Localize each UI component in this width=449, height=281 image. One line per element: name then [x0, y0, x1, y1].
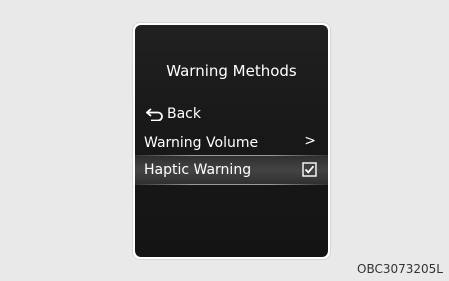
checkbox-checked-icon[interactable] — [302, 162, 317, 177]
screen-title: Warning Methods — [166, 62, 297, 80]
warning-volume-label: Warning Volume — [144, 134, 259, 151]
figure-code: OBC3073205L — [357, 262, 443, 276]
back-button[interactable]: Back — [135, 100, 328, 127]
haptic-warning-label: Haptic Warning — [144, 162, 252, 178]
chevron-right-icon: > — [304, 133, 316, 149]
warning-methods-screen: Warning Methods Back Warning Volume > Ha… — [135, 25, 328, 257]
back-arrow-icon — [146, 107, 163, 121]
menu-item-haptic-warning[interactable]: Haptic Warning — [135, 155, 328, 185]
menu-item-warning-volume[interactable]: Warning Volume > — [135, 129, 328, 156]
back-label: Back — [167, 105, 201, 122]
